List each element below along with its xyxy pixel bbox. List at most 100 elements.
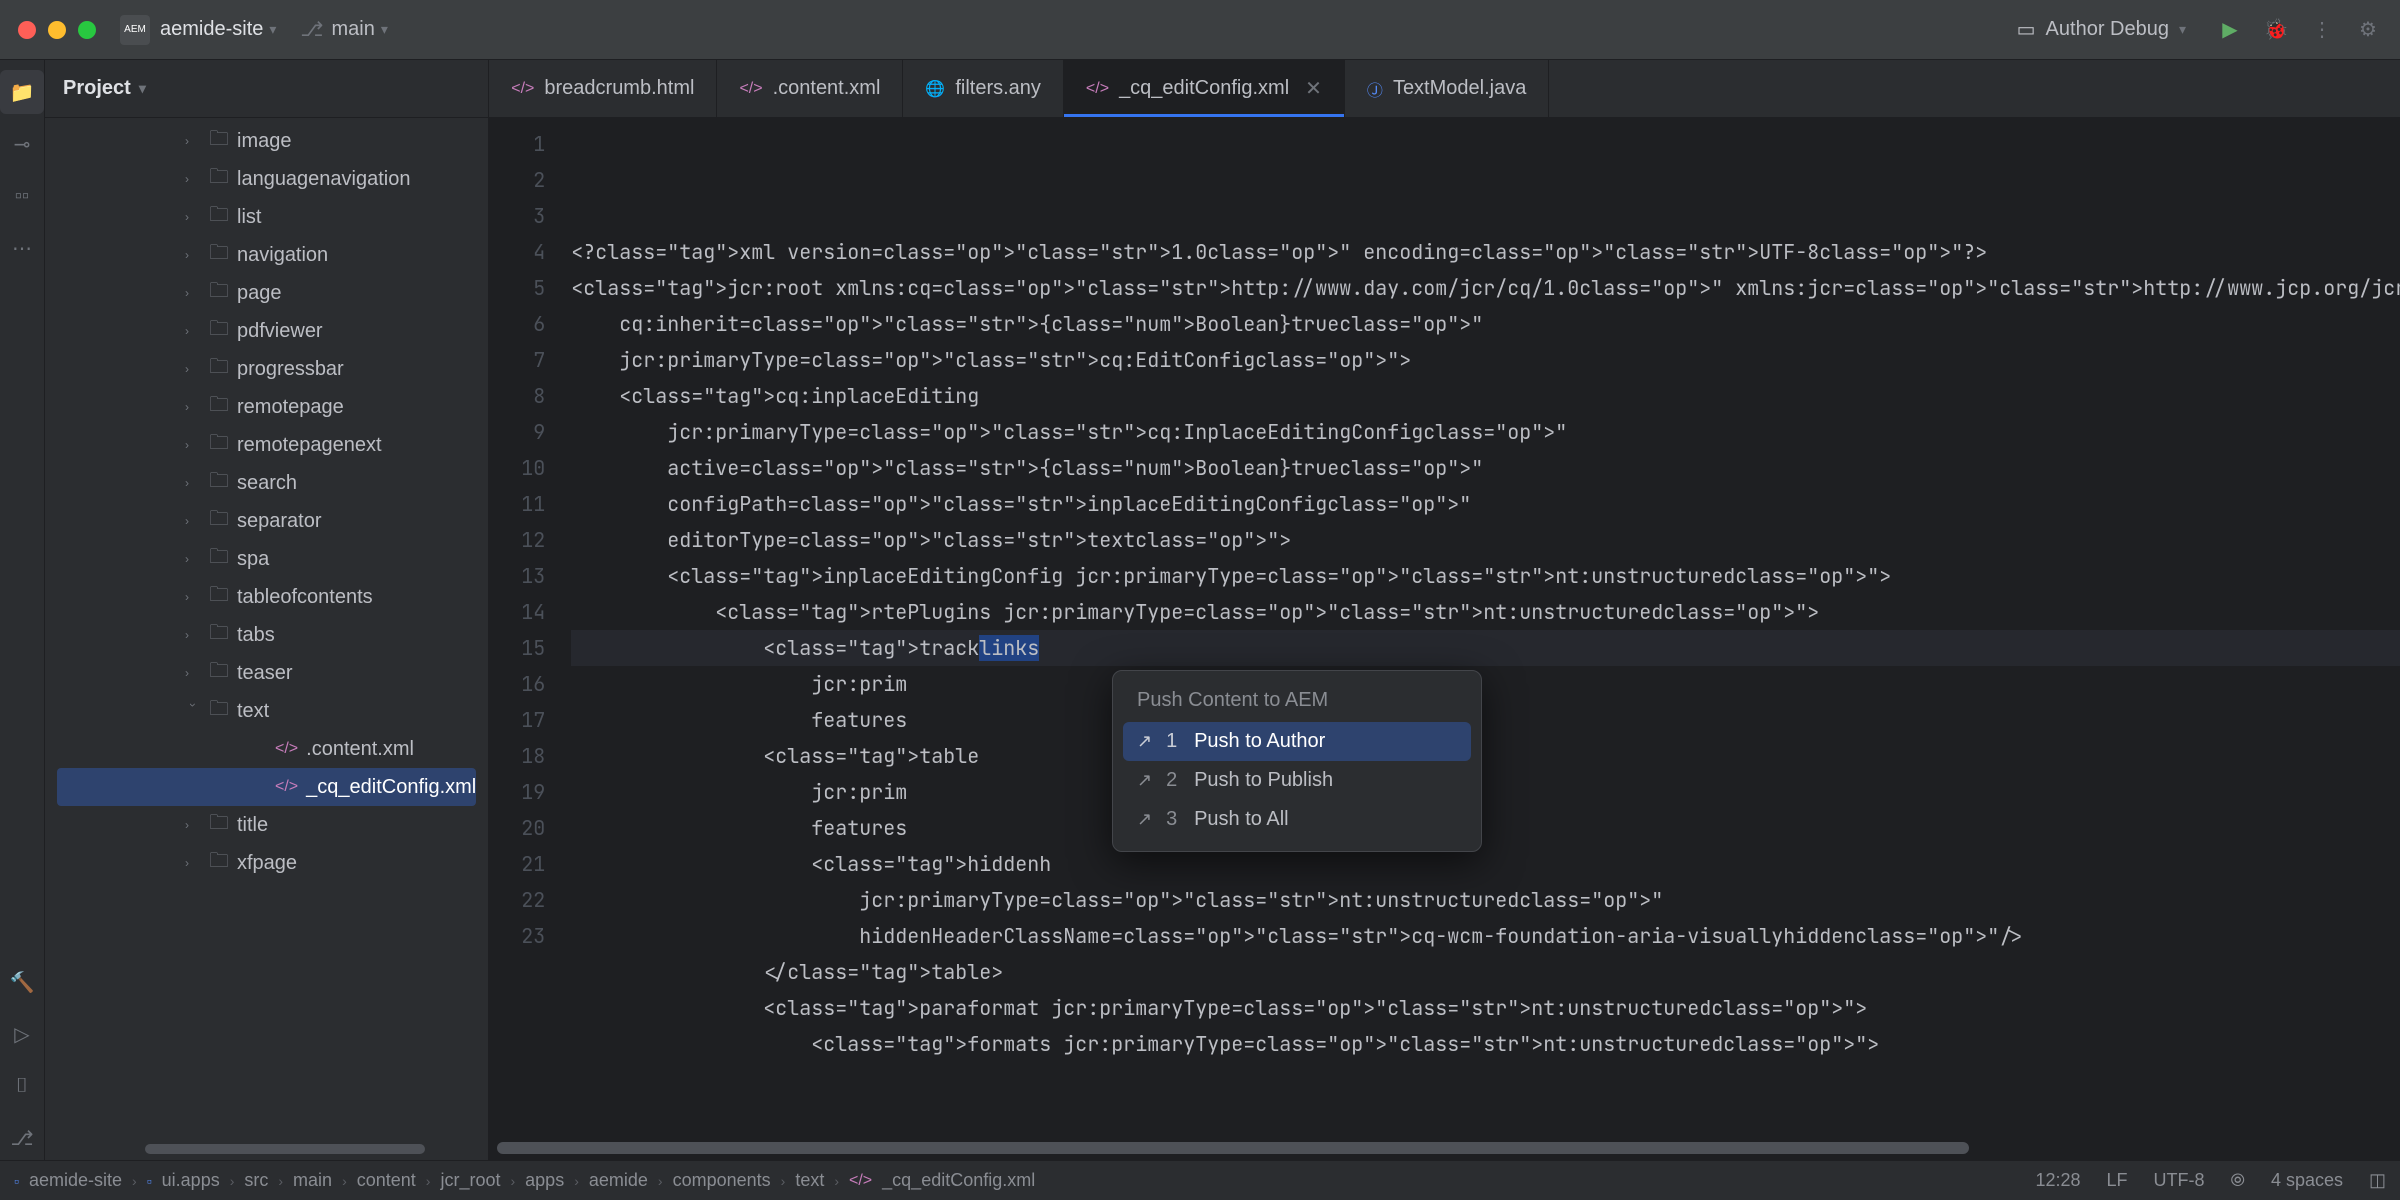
indent-setting[interactable]: 4 spaces <box>2271 1170 2343 1191</box>
expand-arrow-icon[interactable]: › <box>185 552 201 566</box>
code-line[interactable]: <class="tag">rtePlugins jcr:primaryType=… <box>571 594 2400 630</box>
expand-arrow-icon[interactable]: › <box>186 703 200 719</box>
breadcrumb-segment[interactable]: main <box>293 1170 332 1191</box>
breadcrumb-segment[interactable]: components <box>673 1170 771 1191</box>
tree-folder[interactable]: ›🗀navigation <box>45 236 488 274</box>
expand-arrow-icon[interactable]: › <box>185 248 201 262</box>
breadcrumb-segment[interactable]: jcr_root <box>440 1170 500 1191</box>
tree-folder[interactable]: ›🗀tabs <box>45 616 488 654</box>
commit-tool[interactable]: ⊸ <box>0 122 44 166</box>
tree-folder[interactable]: ›🗀list <box>45 198 488 236</box>
expand-arrow-icon[interactable]: › <box>185 362 201 376</box>
expand-arrow-icon[interactable]: › <box>185 476 201 490</box>
expand-arrow-icon[interactable]: › <box>185 438 201 452</box>
project-tool[interactable]: 📁 <box>0 70 44 114</box>
editor-tab[interactable]: </>breadcrumb.html <box>489 60 717 117</box>
code-line[interactable]: <class="tag">tracklinks <box>571 630 2400 666</box>
project-tree[interactable]: ›🗀image›🗀languagenavigation›🗀list›🗀navig… <box>45 118 488 1160</box>
code-line[interactable]: jcr:primaryType=class="op">"class="str">… <box>571 882 2400 918</box>
tree-file[interactable]: </>.content.xml <box>45 730 488 768</box>
code-line[interactable]: jcr:primaryType=class="op">"class="str">… <box>571 342 2400 378</box>
code-area[interactable]: ✔ <?class="tag">xml version=class="op">"… <box>559 118 2400 1160</box>
build-tool[interactable]: 🔨 <box>0 960 44 1004</box>
terminal-tool[interactable]: ⌷ <box>0 1064 44 1108</box>
tree-horizontal-scrollbar[interactable] <box>145 1144 425 1154</box>
structure-tool[interactable]: ▫▫ <box>0 174 44 218</box>
settings-icon[interactable]: ⚙ <box>2354 16 2382 44</box>
tree-folder[interactable]: ›🗀text <box>45 692 488 730</box>
code-line[interactable]: <class="tag">inplaceEditingConfig jcr:pr… <box>571 558 2400 594</box>
run-config-selector[interactable]: ▭ Author Debug ▾ <box>2005 13 2198 46</box>
code-line[interactable]: hiddenHeaderClassName=class="op">"class=… <box>571 918 2400 954</box>
editor-tab[interactable]: </>_cq_editConfig.xml✕ <box>1064 60 1345 117</box>
popup-menu-item[interactable]: ↗1Push to Author <box>1123 722 1471 761</box>
code-line[interactable]: cq:inherit=class="op">"class="str">{clas… <box>571 306 2400 342</box>
expand-arrow-icon[interactable]: › <box>185 324 201 338</box>
chevron-down-icon[interactable]: ▾ <box>381 21 388 38</box>
code-line[interactable]: <class="tag">formats jcr:primaryType=cla… <box>571 1026 2400 1062</box>
minimize-window[interactable] <box>48 21 66 39</box>
debug-button[interactable]: 🐞 <box>2262 16 2290 44</box>
run-tool[interactable]: ▷ <box>0 1012 44 1056</box>
editor-tab[interactable]: </>.content.xml <box>717 60 903 117</box>
code-line[interactable]: features <box>571 702 2400 738</box>
expand-arrow-icon[interactable]: › <box>185 210 201 224</box>
breadcrumb-segment[interactable]: ui.apps <box>162 1170 220 1191</box>
tree-folder[interactable]: ›🗀page <box>45 274 488 312</box>
expand-arrow-icon[interactable]: › <box>185 134 201 148</box>
chevron-down-icon[interactable]: ▾ <box>269 21 276 38</box>
breadcrumb-segment[interactable]: src <box>244 1170 268 1191</box>
caret-position[interactable]: 12:28 <box>2035 1170 2080 1191</box>
tree-folder[interactable]: ›🗀languagenavigation <box>45 160 488 198</box>
tree-folder[interactable]: ›🗀progressbar <box>45 350 488 388</box>
expand-arrow-icon[interactable]: › <box>185 172 201 186</box>
tree-folder[interactable]: ›🗀image <box>45 122 488 160</box>
tree-folder[interactable]: ›🗀separator <box>45 502 488 540</box>
code-line[interactable]: jcr:prim <box>571 774 2400 810</box>
tree-folder[interactable]: ›🗀search <box>45 464 488 502</box>
tree-file[interactable]: </>_cq_editConfig.xml <box>57 768 476 806</box>
expand-arrow-icon[interactable]: › <box>185 286 201 300</box>
breadcrumb-segment[interactable]: aemide-site <box>29 1170 122 1191</box>
code-line[interactable]: <class="tag">table <box>571 738 2400 774</box>
tree-folder[interactable]: ›🗀teaser <box>45 654 488 692</box>
line-separator[interactable]: LF <box>2107 1170 2128 1191</box>
breadcrumb[interactable]: ▫aemide-site›▫ui.apps›src›main›content›j… <box>14 1170 2021 1191</box>
code-line[interactable]: active=class="op">"class="str">{class="n… <box>571 450 2400 486</box>
code-line[interactable]: <class="tag">paraformat jcr:primaryType=… <box>571 990 2400 1026</box>
expand-arrow-icon[interactable]: › <box>185 514 201 528</box>
code-line[interactable]: <class="tag">jcr:root xmlns:cq=class="op… <box>571 270 2400 306</box>
expand-arrow-icon[interactable]: › <box>185 666 201 680</box>
code-line[interactable]: </class="tag">table> <box>571 954 2400 990</box>
more-tool[interactable]: ⋯ <box>0 226 44 270</box>
tree-folder[interactable]: ›🗀remotepagenext <box>45 426 488 464</box>
code-line[interactable]: configPath=class="op">"class="str">inpla… <box>571 486 2400 522</box>
popup-menu-item[interactable]: ↗2Push to Publish <box>1123 761 1471 800</box>
tree-folder[interactable]: ›🗀title <box>45 806 488 844</box>
tree-folder[interactable]: ›🗀remotepage <box>45 388 488 426</box>
code-line[interactable]: <class="tag">hiddenh <box>571 846 2400 882</box>
maximize-window[interactable] <box>78 21 96 39</box>
expand-arrow-icon[interactable]: › <box>185 400 201 414</box>
editor-tab[interactable]: 🌐filters.any <box>903 60 1064 117</box>
more-actions-icon[interactable]: ⋮ <box>2308 16 2336 44</box>
breadcrumb-segment[interactable]: aemide <box>589 1170 648 1191</box>
breadcrumb-segment[interactable]: _cq_editConfig.xml <box>882 1170 1035 1191</box>
breadcrumb-segment[interactable]: apps <box>525 1170 564 1191</box>
expand-arrow-icon[interactable]: › <box>185 628 201 642</box>
code-line[interactable]: editorType=class="op">"class="str">textc… <box>571 522 2400 558</box>
project-name[interactable]: aemide-site <box>160 18 263 41</box>
expand-arrow-icon[interactable]: › <box>185 818 201 832</box>
code-line[interactable]: <?class="tag">xml version=class="op">"cl… <box>571 234 2400 270</box>
editor-body[interactable]: 1234567891011121314151617181920212223 ✔ … <box>489 118 2400 1160</box>
code-line[interactable]: jcr:prim <box>571 666 2400 702</box>
code-line[interactable]: <class="tag">cq:inplaceEditing <box>571 378 2400 414</box>
code-line[interactable]: features <box>571 810 2400 846</box>
breadcrumb-segment[interactable]: content <box>357 1170 416 1191</box>
popup-menu-item[interactable]: ↗3Push to All <box>1123 800 1471 839</box>
status-corner-icon[interactable]: ◫ <box>2369 1170 2386 1191</box>
editor-horizontal-scrollbar[interactable] <box>497 1142 1969 1154</box>
tree-folder[interactable]: ›🗀tableofcontents <box>45 578 488 616</box>
tree-folder[interactable]: ›🗀pdfviewer <box>45 312 488 350</box>
file-encoding[interactable]: UTF-8 <box>2154 1170 2205 1191</box>
